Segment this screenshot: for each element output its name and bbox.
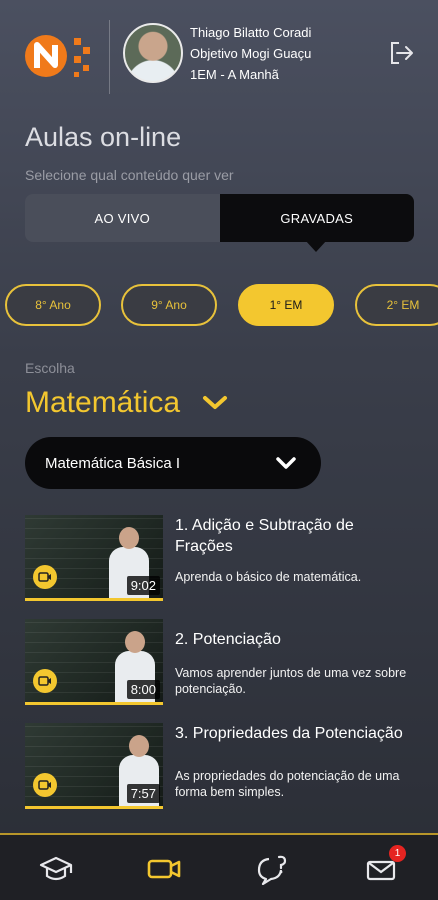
lesson-item[interactable]: 7:57 3. Propriedades da Potenciação As p…: [25, 723, 425, 811]
tab-live[interactable]: AO VIVO: [25, 194, 220, 242]
lesson-title: 1. Adição e Subtração de Frações: [175, 517, 354, 555]
video-icon[interactable]: [146, 853, 182, 885]
notification-badge: 1: [389, 845, 406, 862]
video-duration: 9:02: [126, 576, 160, 595]
logo-icon: [25, 35, 90, 77]
lesson-item[interactable]: 8:00 2. Potenciação Vamos aprender junto…: [25, 619, 425, 707]
lesson-description: Vamos aprender juntos de uma vez sobre p…: [175, 666, 407, 696]
page-subtitle: Selecione qual conteúdo quer ver: [25, 167, 234, 183]
video-thumbnail[interactable]: 8:00: [25, 619, 163, 705]
page-title: Aulas on-line: [25, 122, 182, 152]
video-thumbnail[interactable]: 7:57: [25, 723, 163, 809]
play-icon: [33, 669, 57, 693]
user-school: Objetivo Mogi Guaçu: [190, 46, 312, 61]
play-icon: [33, 773, 57, 797]
lesson-description: Aprenda o básico de matemática.: [175, 570, 362, 584]
choose-label: Escolha: [25, 360, 75, 376]
lesson-item[interactable]: 9:02 1. Adição e Subtração de Frações Ap…: [25, 515, 425, 603]
app-header: Thiago Bilatto Coradi Objetivo Mogi Guaç…: [0, 0, 438, 124]
grade-2-em[interactable]: 2° EM: [355, 284, 438, 326]
lesson-title: 2. Potenciação: [175, 631, 281, 648]
chevron-down-icon: [276, 457, 296, 469]
grade-selector: 8° Ano 9° Ano 1° EM 2° EM: [0, 284, 438, 328]
avatar[interactable]: [123, 23, 183, 83]
user-info: Thiago Bilatto Coradi Objetivo Mogi Guaç…: [190, 22, 311, 85]
subject-label: Matemática: [25, 386, 181, 419]
messages-tab[interactable]: 1: [366, 845, 406, 885]
logout-icon[interactable]: [388, 40, 416, 66]
grade-1-em[interactable]: 1° EM: [238, 284, 334, 326]
header-divider: [109, 20, 110, 94]
grade-9-ano[interactable]: 9° Ano: [121, 284, 217, 326]
video-duration: 7:57: [126, 784, 160, 803]
user-name: Thiago Bilatto Coradi: [190, 25, 312, 40]
video-thumbnail[interactable]: 9:02: [25, 515, 163, 601]
question-chat-icon[interactable]: [255, 853, 291, 885]
video-duration: 8:00: [126, 680, 160, 699]
graduation-cap-icon[interactable]: [38, 853, 74, 885]
chevron-down-icon: [203, 396, 228, 409]
lesson-description: As propriedades do potenciação de uma fo…: [175, 769, 400, 799]
lesson-title: 3. Propriedades da Potenciação: [175, 725, 403, 742]
subject-dropdown[interactable]: Matemática: [25, 386, 228, 420]
user-class: 1EM - A Manhã: [190, 67, 279, 82]
play-icon: [33, 565, 57, 589]
content-type-toggle: AO VIVO GRAVADAS: [25, 194, 414, 242]
grade-8-ano[interactable]: 8° Ano: [5, 284, 101, 326]
selected-pointer: [305, 240, 327, 252]
module-label: Matemática Básica I: [45, 454, 181, 472]
tab-recorded[interactable]: GRAVADAS: [219, 194, 414, 242]
bottom-tab-bar: 1: [0, 833, 438, 900]
module-dropdown[interactable]: Matemática Básica I: [25, 437, 321, 489]
